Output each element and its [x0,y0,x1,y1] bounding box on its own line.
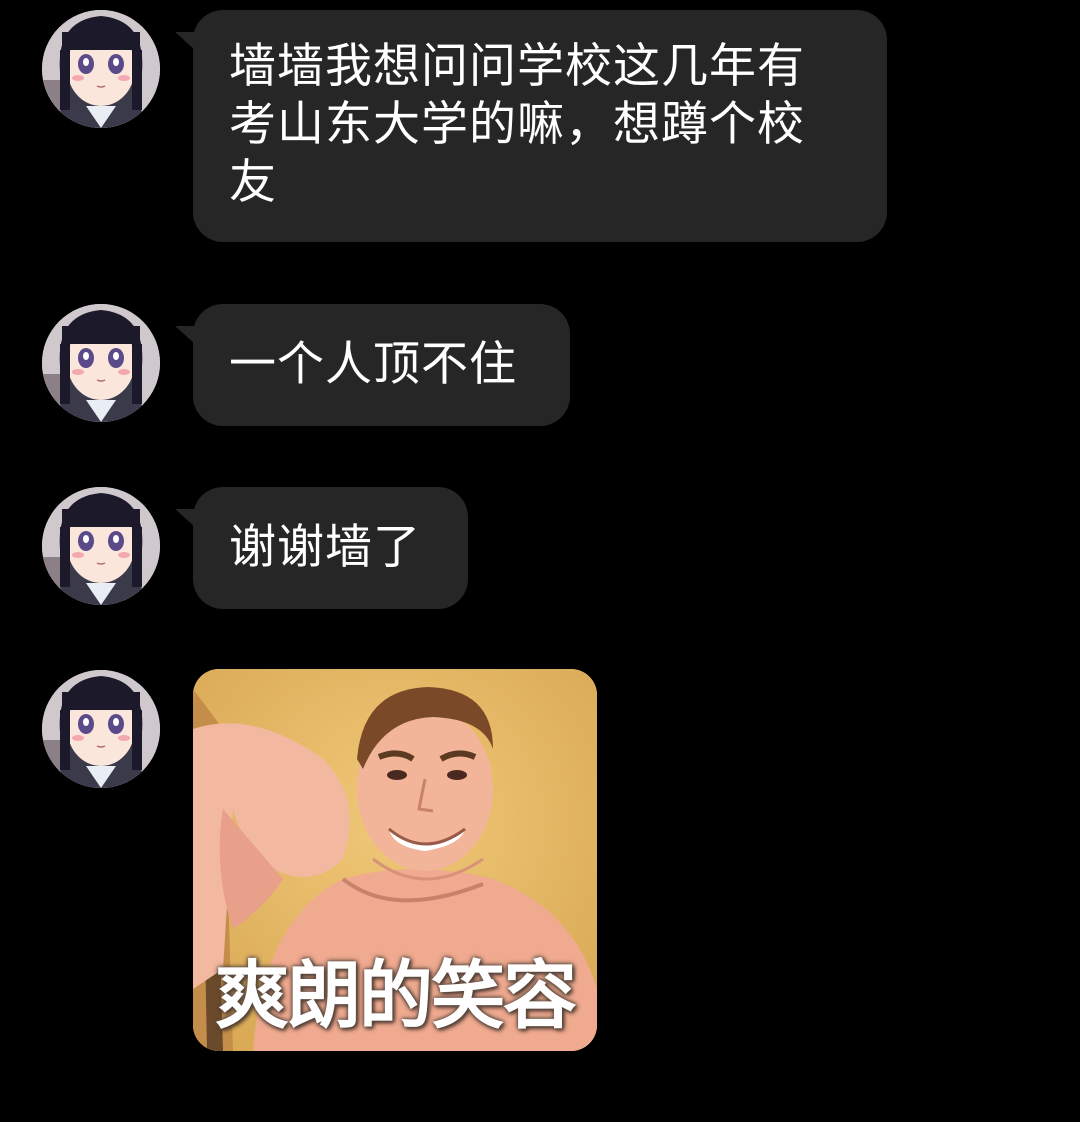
avatar[interactable] [42,670,160,788]
anime-girl-avatar-icon [42,670,160,788]
message-bubble[interactable]: 墙墙我想问问学校这几年有考山东大学的嘛，想蹲个校友 [175,10,887,242]
message-text: 谢谢墙了 [229,520,421,575]
sticker-message[interactable]: 爽朗的笑容 [193,669,597,1051]
bubble-tail [175,509,195,527]
avatar[interactable] [42,304,160,422]
anime-girl-avatar-icon [42,487,160,605]
message-text: 一个人顶不住 [229,337,517,392]
message-bubble[interactable]: 一个人顶不住 [175,304,570,426]
bubble-tail [175,32,195,50]
bubble-tail [175,326,195,344]
avatar[interactable] [42,487,160,605]
message-bubble[interactable]: 谢谢墙了 [175,487,468,609]
anime-girl-avatar-icon [42,304,160,422]
avatar[interactable] [42,10,160,128]
chat-thread: 墙墙我想问问学校这几年有考山东大学的嘛，想蹲个校友 一个人顶不住 谢谢墙了 爽朗… [0,0,1080,1122]
message-text: 墙墙我想问问学校这几年有考山东大学的嘛，想蹲个校友 [229,39,805,210]
sticker-caption: 爽朗的笑容 [215,953,577,1039]
anime-girl-avatar-icon [42,10,160,128]
